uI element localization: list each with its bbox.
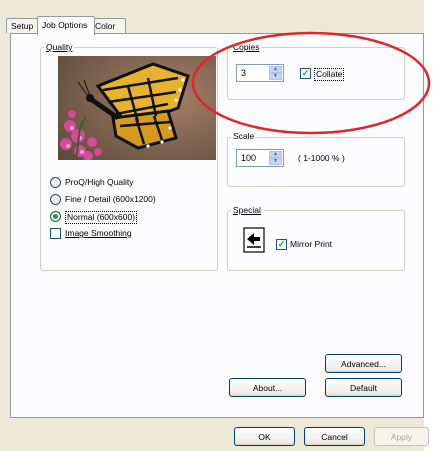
scale-range-label: ( 1-1000 % ) (298, 153, 345, 163)
quality-radio-proq[interactable] (50, 177, 61, 188)
apply-button[interactable]: Apply (374, 427, 429, 446)
special-label-text: Special (233, 205, 261, 215)
image-smoothing-label: Image Smoothing (65, 228, 132, 239)
tab-color[interactable]: Color (90, 18, 126, 33)
scale-up-arrow[interactable]: ▲ (269, 151, 282, 158)
highlight-ellipse (191, 31, 431, 135)
scale-down-arrow[interactable]: ▼ (269, 158, 282, 165)
mirror-print-icon (243, 227, 265, 253)
scale-spinner[interactable]: 100 ▲ ▼ (236, 149, 284, 167)
quality-option-proq-label: ProQ/High Quality (65, 177, 134, 187)
quality-radio-normal[interactable] (50, 211, 61, 222)
mirror-print-label: Mirror Print (290, 239, 333, 249)
scale-value: 100 (241, 153, 257, 163)
quality-group-label: Quality (44, 42, 75, 52)
image-smoothing-checkbox[interactable] (50, 228, 61, 239)
quality-option-fine-label: Fine / Detail (600x1200) (65, 194, 156, 204)
about-button[interactable]: About... (229, 378, 306, 397)
tab-job-options[interactable]: Job Options (37, 16, 95, 35)
tab-setup-label: Setup (11, 21, 34, 31)
scale-spinner-arrows: ▲ ▼ (269, 151, 282, 165)
advanced-button[interactable]: Advanced... (325, 354, 402, 373)
image-smoothing-label-text: Image Smoothing (65, 228, 132, 238)
tab-color-label: Color (95, 21, 116, 31)
mirror-print-checkbox[interactable]: ✓ (276, 239, 287, 250)
printer-properties-dialog: Setup Job Options Color Quality ProQ/Hig… (0, 0, 431, 451)
tab-job-options-label: Job Options (42, 20, 88, 30)
default-button[interactable]: Default (325, 378, 402, 397)
ok-button[interactable]: OK (234, 427, 295, 446)
quality-radio-fine[interactable] (50, 194, 61, 205)
quality-label-text: Quality (46, 42, 73, 52)
quality-option-normal-label: Normal (600x600) (65, 211, 138, 224)
cancel-button[interactable]: Cancel (304, 427, 365, 446)
special-group-label: Special (231, 205, 263, 215)
